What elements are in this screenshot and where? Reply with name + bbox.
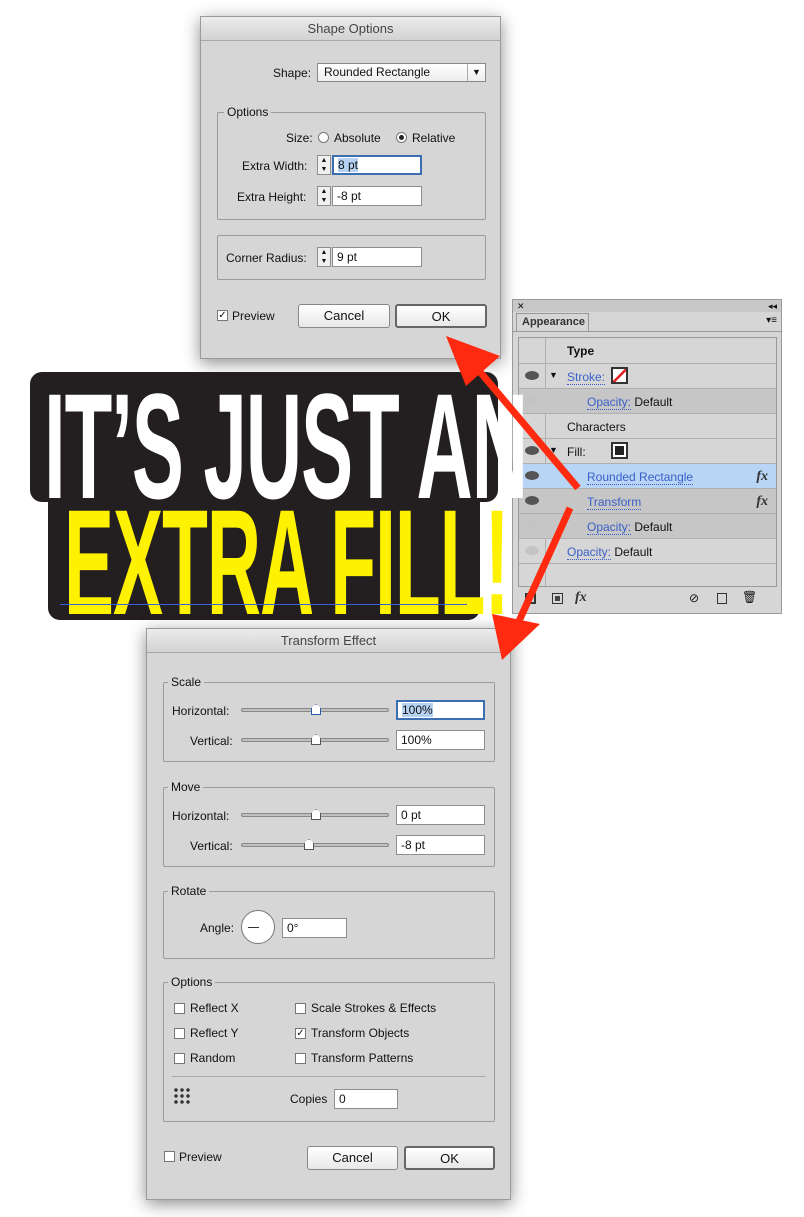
- arrow-to-shape-options: [467, 357, 581, 491]
- arrowhead-icon: [446, 336, 500, 386]
- arrow-to-transform-effect: [511, 506, 574, 632]
- annotation-arrows: [446, 336, 581, 660]
- arrowhead-icon: [492, 614, 540, 660]
